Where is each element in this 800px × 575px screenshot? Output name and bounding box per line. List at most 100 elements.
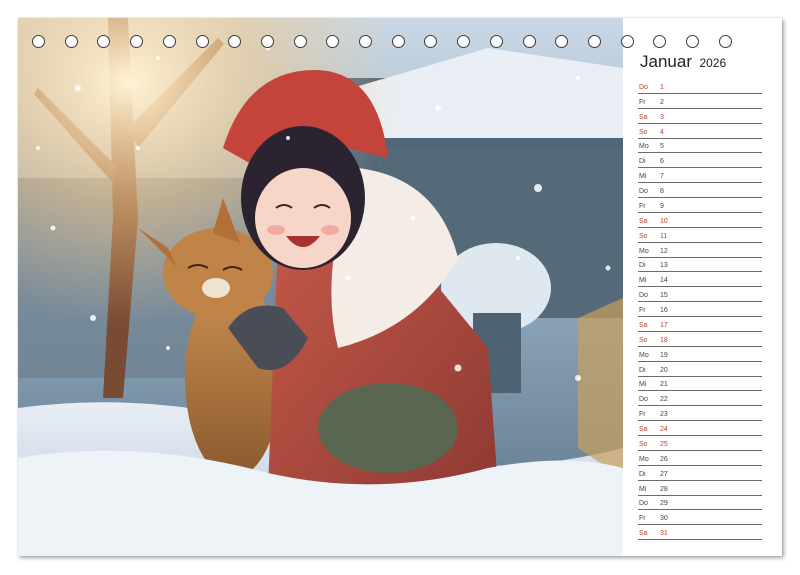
weekday-label: Mo bbox=[639, 455, 649, 463]
day-number: 27 bbox=[660, 470, 668, 478]
day-number: 1 bbox=[660, 83, 664, 91]
weekday-label: So bbox=[639, 336, 648, 344]
weekday-label: Do bbox=[639, 292, 648, 300]
day-row: Di 27 bbox=[638, 466, 762, 481]
day-row: So 18 bbox=[638, 332, 762, 347]
day-list: Do 1 Fr 2 Sa 3 So 4 Mo 5 Di 6 Mi 7 Do 8 Fr 9 Sa 10 So 11 Mo 12 D… bbox=[638, 79, 762, 541]
weekday-label: So bbox=[639, 440, 648, 448]
weekday-label: Mo bbox=[639, 143, 649, 151]
weekday-label: Fr bbox=[639, 515, 646, 523]
day-row: Do 15 bbox=[638, 287, 762, 303]
day-row: Mi 7 bbox=[638, 168, 762, 184]
day-number: 10 bbox=[660, 217, 668, 225]
weekday-label: Do bbox=[639, 83, 648, 91]
day-row: So 4 bbox=[638, 124, 762, 139]
weekday-label: Mi bbox=[639, 485, 647, 493]
day-number: 20 bbox=[660, 366, 668, 374]
day-number: 26 bbox=[660, 455, 668, 463]
day-number: 18 bbox=[660, 336, 668, 344]
month-header: Januar 2026 bbox=[640, 52, 726, 72]
day-row: Mi 14 bbox=[638, 272, 762, 288]
binding-ring bbox=[359, 35, 372, 48]
weekday-label: Do bbox=[639, 500, 648, 508]
day-row: Do 22 bbox=[638, 391, 762, 407]
binding-ring bbox=[162, 35, 176, 48]
weekday-label: Sa bbox=[639, 426, 648, 433]
day-number: 9 bbox=[660, 202, 664, 210]
weekday-label: Sa bbox=[639, 530, 648, 538]
day-number: 12 bbox=[660, 247, 668, 255]
day-row: So 25 bbox=[638, 436, 762, 451]
binding-ring bbox=[489, 35, 503, 48]
day-number: 11 bbox=[660, 232, 668, 240]
day-row: Sa 31 bbox=[638, 525, 762, 541]
day-number: 4 bbox=[660, 128, 664, 136]
day-row: Mo 12 bbox=[638, 243, 762, 258]
day-row: Fr 9 bbox=[638, 198, 762, 213]
day-number: 17 bbox=[660, 321, 668, 329]
day-number: 16 bbox=[660, 307, 668, 314]
day-row: Fr 30 bbox=[638, 510, 762, 526]
day-number: 31 bbox=[660, 530, 668, 538]
binding-ring bbox=[130, 35, 144, 48]
day-row: Di 13 bbox=[638, 258, 762, 273]
binding-ring bbox=[260, 35, 274, 48]
weekday-label: Di bbox=[639, 158, 646, 166]
binding-ring bbox=[522, 35, 536, 48]
day-row: Mo 19 bbox=[638, 347, 762, 362]
winter-illustration bbox=[18, 18, 623, 556]
binding-ring bbox=[555, 35, 569, 48]
day-number: 19 bbox=[660, 351, 668, 359]
weekday-label: Di bbox=[639, 366, 646, 374]
day-row: Di 6 bbox=[638, 153, 762, 169]
day-row: Sa 10 bbox=[638, 213, 762, 228]
day-row: Mi 21 bbox=[638, 377, 762, 392]
weekday-label: Di bbox=[639, 470, 646, 478]
weekday-label: Sa bbox=[639, 321, 648, 329]
weekday-label: Fr bbox=[639, 202, 646, 210]
day-number: 2 bbox=[660, 98, 664, 106]
day-number: 3 bbox=[660, 113, 664, 121]
day-number: 15 bbox=[660, 292, 668, 300]
day-number: 23 bbox=[660, 411, 668, 419]
day-number: 22 bbox=[660, 396, 668, 404]
day-row: Do 8 bbox=[638, 183, 762, 198]
day-row: Fr 23 bbox=[638, 406, 762, 422]
weekday-label: Mo bbox=[639, 351, 649, 359]
weekday-label: Sa bbox=[639, 217, 648, 225]
day-number: 8 bbox=[660, 188, 664, 195]
binding-ring bbox=[97, 35, 111, 48]
day-row: Mo 5 bbox=[638, 139, 762, 154]
day-number: 21 bbox=[660, 381, 668, 389]
day-row: Fr 16 bbox=[638, 302, 762, 317]
binding-ring bbox=[64, 35, 78, 48]
binding-ring bbox=[457, 35, 471, 48]
binding-ring bbox=[326, 35, 340, 48]
day-number: 13 bbox=[660, 262, 668, 270]
day-row: Sa 3 bbox=[638, 109, 762, 124]
day-row: Di 20 bbox=[638, 362, 762, 377]
day-number: 30 bbox=[660, 515, 668, 523]
weekday-label: Sa bbox=[639, 113, 648, 121]
day-row: Fr 2 bbox=[638, 94, 762, 109]
binding-ring bbox=[391, 35, 405, 48]
day-number: 29 bbox=[660, 500, 668, 508]
day-number: 5 bbox=[660, 143, 664, 151]
weekday-label: Mi bbox=[639, 173, 647, 181]
day-number: 7 bbox=[660, 173, 664, 181]
day-number: 6 bbox=[660, 158, 664, 166]
day-row: Sa 24 bbox=[638, 421, 762, 436]
calendar-photo bbox=[18, 18, 623, 556]
day-row: Mo 26 bbox=[638, 451, 762, 466]
binding-ring bbox=[32, 35, 45, 48]
weekday-label: Mi bbox=[639, 381, 647, 389]
weekday-label: Mi bbox=[639, 277, 647, 285]
day-number: 28 bbox=[660, 485, 668, 493]
binding-ring bbox=[228, 35, 242, 48]
binding-ring bbox=[424, 35, 438, 48]
binding-ring bbox=[293, 35, 307, 48]
day-number: 14 bbox=[660, 277, 668, 285]
weekday-label: Do bbox=[639, 188, 648, 195]
month-year: 2026 bbox=[699, 56, 727, 70]
weekday-label: Fr bbox=[639, 411, 646, 419]
